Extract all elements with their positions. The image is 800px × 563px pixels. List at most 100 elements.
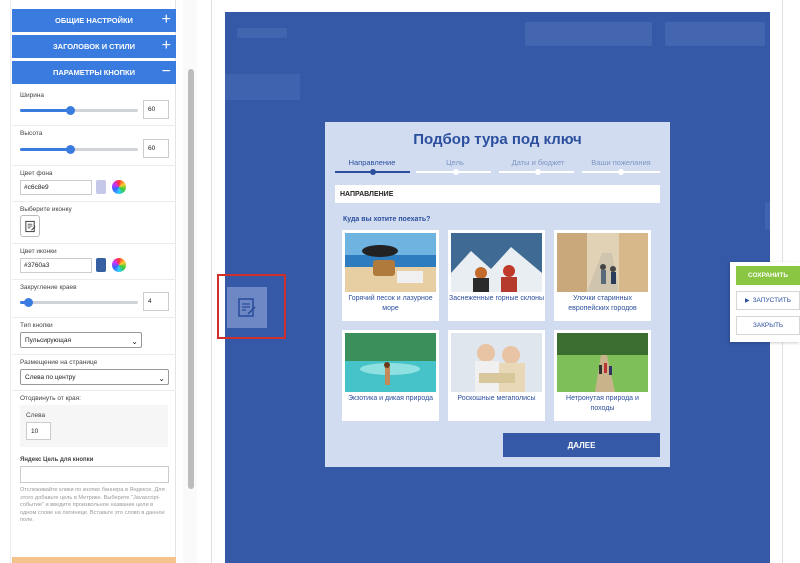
option-caption: Заснеженные горные склоны bbox=[449, 295, 544, 302]
option-card-exotic[interactable]: Экзотика и дикая природа bbox=[342, 330, 439, 421]
width-input[interactable]: 60 bbox=[143, 100, 169, 119]
button-type-label: Тип кнопки bbox=[20, 322, 53, 329]
beach-photo bbox=[345, 233, 436, 292]
section-button-params[interactable]: Параметры кнопки − bbox=[12, 61, 176, 84]
placement-select[interactable]: Слева по центру ⌄ bbox=[20, 369, 169, 385]
site-side-block bbox=[765, 202, 770, 230]
note-edit-icon bbox=[24, 220, 35, 232]
old-town-photo bbox=[557, 233, 648, 292]
radius-slider[interactable] bbox=[20, 298, 138, 307]
icon-color-label: Цвет иконки bbox=[20, 248, 57, 255]
height-slider[interactable] bbox=[20, 145, 138, 154]
section-label: Общие настройки bbox=[55, 16, 133, 25]
floating-button-preview[interactable] bbox=[227, 287, 267, 328]
width-slider[interactable] bbox=[20, 106, 138, 115]
option-card-megapolis[interactable]: Роскошные мегаполисы bbox=[448, 330, 545, 421]
choose-icon-row: Выберите иконку bbox=[12, 202, 176, 244]
scrollbar-thumb[interactable] bbox=[188, 69, 194, 489]
exotic-photo bbox=[345, 333, 436, 392]
site-tab-block bbox=[225, 74, 300, 100]
width-slider-handle[interactable] bbox=[65, 106, 75, 115]
modal-title: Подбор тура под ключ bbox=[413, 131, 582, 148]
width-label: Ширина bbox=[20, 92, 45, 99]
section-general-settings[interactable]: Общие настройки + bbox=[12, 9, 176, 32]
height-row: Высота 60 bbox=[12, 126, 176, 166]
step-dot bbox=[618, 169, 624, 175]
step-dot bbox=[453, 169, 459, 175]
megapolis-photo bbox=[451, 333, 542, 392]
step-goal[interactable]: Цель bbox=[415, 158, 495, 167]
color-wheel-icon[interactable] bbox=[112, 258, 126, 272]
yandex-goal-row: Яндекс Цель для кнопки Отслеживайте клик… bbox=[12, 451, 176, 541]
expand-plus-icon[interactable]: + bbox=[162, 38, 171, 54]
chevron-down-icon: ⌄ bbox=[131, 337, 138, 346]
action-panel: СОХРАНИТЬ ▶ ЗАПУСТИТЬ ЗАКРЫТЬ bbox=[730, 262, 800, 342]
bg-color-label: Цвет фона bbox=[20, 170, 53, 177]
run-label: ЗАПУСТИТЬ bbox=[752, 297, 791, 304]
mountains-photo bbox=[451, 233, 542, 292]
option-caption: Нетронутая природа и походы bbox=[566, 395, 639, 412]
next-button[interactable]: ДАЛЕЕ bbox=[503, 433, 660, 457]
height-slider-fill bbox=[20, 148, 70, 151]
step-direction[interactable]: Направление bbox=[332, 158, 412, 167]
indent-box: Слева 10 bbox=[20, 405, 168, 447]
icon-color-swatch[interactable] bbox=[96, 258, 106, 272]
indent-label: Отодвинуть от края: bbox=[20, 395, 81, 402]
choose-icon-label: Выберите иконку bbox=[20, 206, 72, 213]
bg-color-swatch[interactable] bbox=[96, 180, 106, 194]
quiz-modal: Подбор тура под ключ Направление Цель Да… bbox=[325, 122, 670, 467]
placement-label: Размещение на странице bbox=[20, 359, 98, 366]
radius-input[interactable]: 4 bbox=[143, 292, 169, 311]
question-text: Куда вы хотите поехать? bbox=[343, 216, 431, 223]
site-logo-placeholder bbox=[237, 28, 287, 38]
yandex-goal-label: Яндекс Цель для кнопки bbox=[20, 457, 94, 463]
indent-row: Отодвинуть от края: Слева 10 bbox=[12, 391, 176, 451]
option-card-nature[interactable]: Нетронутая природа и походы bbox=[554, 330, 651, 421]
placement-value: Слева по центру bbox=[25, 373, 76, 381]
height-slider-handle[interactable] bbox=[65, 145, 75, 154]
save-button[interactable]: СОХРАНИТЬ bbox=[736, 266, 800, 285]
radius-label: Закругление краев bbox=[20, 284, 77, 291]
option-card-beach[interactable]: Горячий песок и лазурное море bbox=[342, 230, 439, 321]
button-type-value: Пульсирующая bbox=[25, 336, 71, 344]
category-label: НАПРАВЛЕНИЕ bbox=[335, 185, 660, 203]
bottom-section-bar[interactable] bbox=[12, 557, 176, 563]
section-title-styles[interactable]: Заголовок и стили + bbox=[12, 35, 176, 58]
note-edit-icon bbox=[238, 297, 256, 317]
option-caption: Горячий песок и лазурное море bbox=[348, 295, 433, 312]
run-button[interactable]: ▶ ЗАПУСТИТЬ bbox=[736, 291, 800, 310]
option-caption: Улочки старинных европейских городов bbox=[568, 295, 637, 312]
collapse-minus-icon[interactable]: − bbox=[162, 64, 171, 80]
option-card-old-town[interactable]: Улочки старинных европейских городов bbox=[554, 230, 651, 321]
step-dates-budget[interactable]: Даты и бюджет bbox=[498, 158, 578, 167]
yandex-goal-input[interactable] bbox=[20, 466, 169, 483]
expand-plus-icon[interactable]: + bbox=[162, 12, 171, 28]
width-slider-fill bbox=[20, 109, 70, 112]
indent-left-label: Слева bbox=[26, 412, 46, 419]
section-label: Заголовок и стили bbox=[52, 42, 136, 51]
settings-panel: Общие настройки + Заголовок и стили + Па… bbox=[10, 0, 176, 563]
height-input[interactable]: 60 bbox=[143, 139, 169, 158]
option-caption: Экзотика и дикая природа bbox=[347, 395, 434, 402]
icon-picker-button[interactable] bbox=[20, 215, 40, 237]
play-icon: ▶ bbox=[745, 298, 750, 304]
chevron-down-icon: ⌄ bbox=[158, 374, 165, 383]
settings-sidebar: Общие настройки + Заголовок и стили + Па… bbox=[0, 0, 183, 563]
section-label: Параметры кнопки bbox=[52, 68, 135, 77]
bg-color-input[interactable]: #c6c8e9 bbox=[20, 180, 92, 195]
step-wishes[interactable]: Ваши пожелания bbox=[581, 158, 661, 167]
icon-color-row: Цвет иконки #3760a3 bbox=[12, 244, 176, 280]
yandex-goal-help: Отслеживайте клики по кнопке баннера в Я… bbox=[20, 487, 165, 524]
option-card-mountains[interactable]: Заснеженные горные склоны bbox=[448, 230, 545, 321]
height-label: Высота bbox=[20, 130, 43, 137]
nature-photo bbox=[557, 333, 648, 392]
color-wheel-icon[interactable] bbox=[112, 180, 126, 194]
button-type-row: Тип кнопки Пульсирующая ⌄ bbox=[12, 318, 176, 355]
close-button[interactable]: ЗАКРЫТЬ bbox=[736, 316, 800, 335]
icon-color-input[interactable]: #3760a3 bbox=[20, 258, 92, 273]
indent-left-input[interactable]: 10 bbox=[26, 422, 51, 440]
radius-slider-handle[interactable] bbox=[24, 298, 34, 307]
button-type-select[interactable]: Пульсирующая ⌄ bbox=[20, 332, 142, 348]
site-header-block bbox=[525, 22, 652, 46]
width-row: Ширина 60 bbox=[12, 86, 176, 126]
